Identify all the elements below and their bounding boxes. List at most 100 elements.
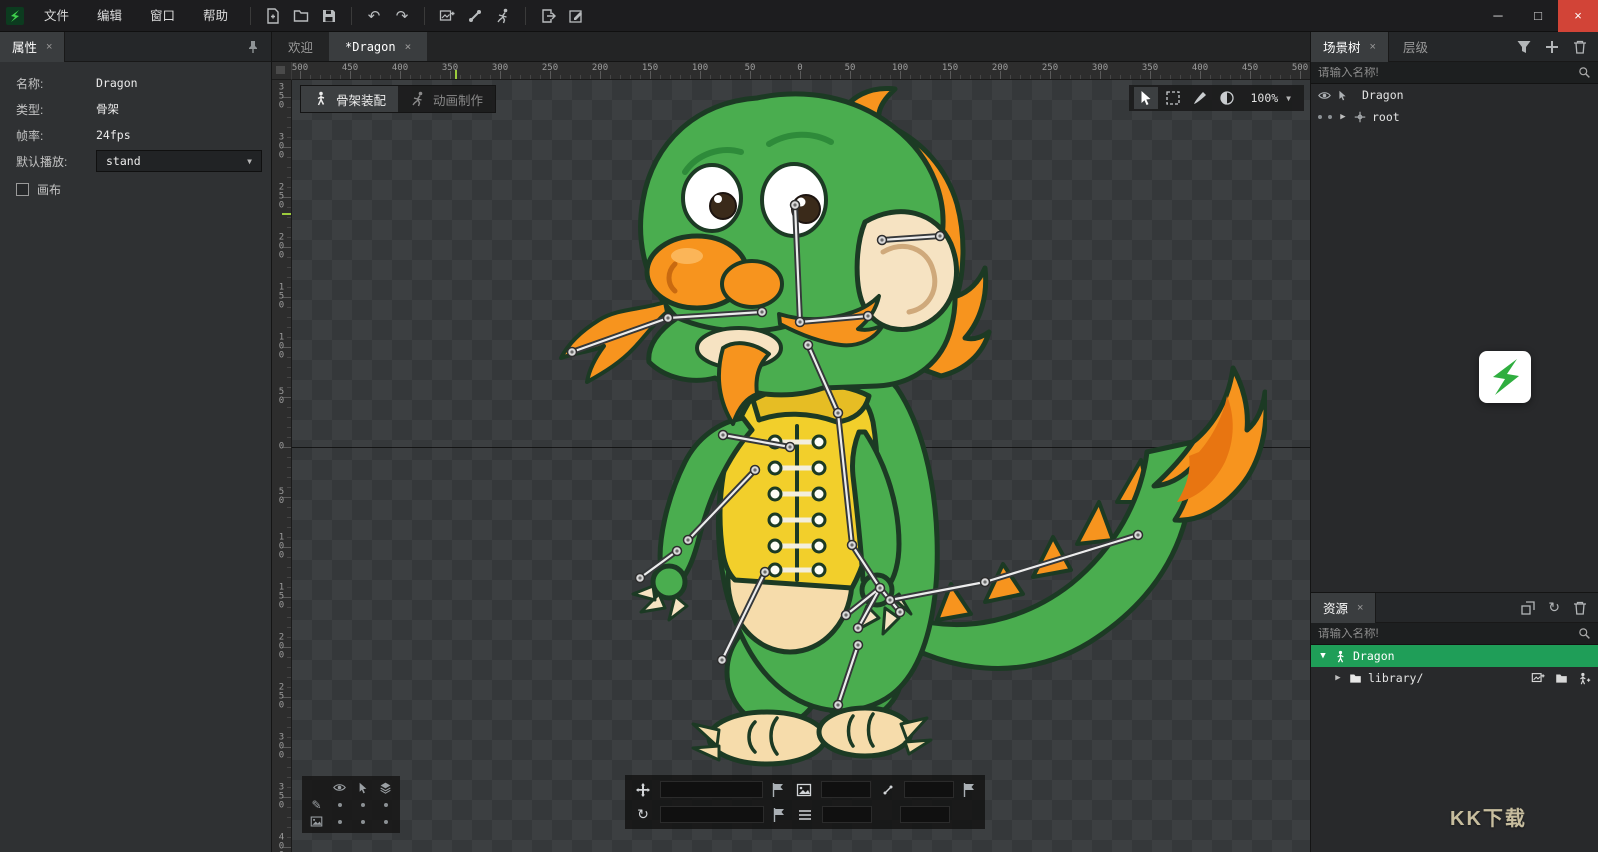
menu-help[interactable]: 帮助 <box>189 0 242 32</box>
translate-x-field[interactable] <box>660 781 763 798</box>
zoom-control[interactable]: 100% ▼ <box>1242 91 1299 105</box>
toggle-dot[interactable] <box>361 820 365 824</box>
toggle-dot[interactable] <box>384 803 388 807</box>
select-cursor-icon[interactable] <box>1134 87 1158 109</box>
ruler-label: 250 <box>542 63 558 73</box>
import-animation-button[interactable] <box>490 4 516 28</box>
scale-y-field[interactable] <box>904 781 954 798</box>
scene-search-input[interactable] <box>1318 67 1578 79</box>
minimize-button[interactable]: ─ <box>1478 0 1518 32</box>
import-image-button[interactable] <box>434 4 460 28</box>
cursor-icon[interactable] <box>357 782 369 794</box>
add-skeleton-icon[interactable] <box>1578 672 1591 685</box>
save-button[interactable] <box>316 4 342 28</box>
resources-search-input[interactable] <box>1318 628 1578 640</box>
toggle-dot[interactable] <box>384 820 388 824</box>
close-icon[interactable]: × <box>405 40 412 53</box>
pen-icon[interactable]: ✎ <box>311 798 321 812</box>
menu-window[interactable]: 窗口 <box>136 0 189 32</box>
tab-welcome[interactable]: 欢迎 <box>272 32 329 61</box>
brush-icon[interactable] <box>1188 87 1212 109</box>
folder-icon[interactable] <box>1555 672 1568 685</box>
menu-file[interactable]: 文件 <box>30 0 83 32</box>
rotate-tool-icon[interactable]: ↻ <box>629 806 657 823</box>
close-button[interactable]: × <box>1558 0 1598 32</box>
cursor-icon[interactable] <box>1337 90 1348 101</box>
search-icon[interactable] <box>1578 66 1591 79</box>
edit-button[interactable] <box>563 4 589 28</box>
expand-arrow-icon[interactable]: ▶ <box>1333 673 1343 683</box>
expand-arrow-icon[interactable]: ▶ <box>1338 112 1348 122</box>
ruler-label: 1 0 0 <box>276 334 287 361</box>
undo-icon[interactable]: ↶ <box>361 4 387 28</box>
refresh-icon[interactable]: ↻ <box>1548 599 1560 616</box>
shear-y-field[interactable] <box>900 806 950 823</box>
toggle-dot[interactable] <box>338 820 342 824</box>
resource-row-library[interactable]: ▶ library/ <box>1311 667 1598 689</box>
add-image-icon[interactable] <box>1531 671 1545 685</box>
property-row-playback: 默认播放: stand ▼ <box>0 148 271 174</box>
redo-icon[interactable]: ↷ <box>389 4 415 28</box>
toggle-dot[interactable] <box>1318 115 1322 119</box>
close-icon[interactable]: × <box>1357 602 1363 614</box>
layers-icon[interactable] <box>379 781 392 794</box>
move-tool-icon[interactable] <box>629 782 657 798</box>
app-logo-watermark <box>1479 351 1531 403</box>
ruler-label: 100 <box>692 63 708 73</box>
scale-x-field[interactable] <box>821 781 871 798</box>
keyframe-flag-icon[interactable] <box>766 783 790 797</box>
viewport[interactable]: 骨架装配 动画制作 100% ▼ <box>292 80 1310 852</box>
toggle-dot[interactable] <box>1328 115 1332 119</box>
pack-icon[interactable] <box>1520 600 1536 616</box>
tab-scene-tree[interactable]: 场景树 × <box>1311 32 1389 62</box>
ruler-label: 150 <box>942 63 958 73</box>
scene-tree-panel: 场景树 × 层级 Dragon ▶ <box>1311 32 1598 593</box>
ruler-label: 450 <box>1242 63 1258 73</box>
keyframe-flag-icon[interactable] <box>767 808 791 822</box>
sphere-shading-icon[interactable] <box>1215 87 1239 109</box>
menu-edit[interactable]: 编辑 <box>83 0 136 32</box>
toolbar-separator <box>525 7 526 25</box>
expand-arrow-icon[interactable]: ▼ <box>1318 651 1328 661</box>
toggle-dot[interactable] <box>361 803 365 807</box>
add-icon[interactable] <box>1544 39 1560 55</box>
filter-icon[interactable] <box>1516 39 1532 55</box>
eye-icon[interactable] <box>1318 89 1331 102</box>
maximize-button[interactable]: □ <box>1518 0 1558 32</box>
resource-row-dragon[interactable]: ▼ Dragon <box>1311 645 1598 667</box>
region-bounds-icon[interactable] <box>1161 87 1185 109</box>
eye-icon[interactable] <box>333 781 346 794</box>
dragon-character[interactable] <box>547 80 1267 800</box>
tree-row-root[interactable]: ▶ root <box>1311 106 1598 128</box>
tree-row-dragon[interactable]: Dragon <box>1311 84 1598 106</box>
anim-mode-button[interactable]: 动画制作 <box>398 86 495 112</box>
image-icon[interactable] <box>310 815 323 828</box>
anim-mode-label: 动画制作 <box>433 90 483 109</box>
toggle-dot[interactable] <box>338 803 342 807</box>
new-file-button[interactable] <box>260 4 286 28</box>
dock-pin-icon[interactable] <box>245 39 261 55</box>
trash-icon[interactable] <box>1572 39 1588 55</box>
image-icon[interactable] <box>790 782 818 798</box>
draw-order-list-icon[interactable] <box>791 807 819 823</box>
trash-icon[interactable] <box>1572 600 1588 616</box>
ruler-label: 3 0 0 <box>276 134 287 161</box>
rig-mode-button[interactable]: 骨架装配 <box>301 86 398 112</box>
search-icon[interactable] <box>1578 627 1591 640</box>
titlebar: 文件 编辑 窗口 帮助 ↶ ↷ ─ □ × <box>0 0 1598 32</box>
canvas-checkbox[interactable] <box>16 183 29 196</box>
tab-dragon[interactable]: *Dragon × <box>329 32 427 61</box>
close-icon[interactable]: × <box>1370 41 1376 53</box>
shear-x-field[interactable] <box>822 806 872 823</box>
tab-properties[interactable]: 属性 × <box>0 32 65 62</box>
node-label: root <box>1372 110 1400 124</box>
tab-hierarchy[interactable]: 层级 <box>1389 37 1442 56</box>
open-file-button[interactable] <box>288 4 314 28</box>
keyframe-flag-icon[interactable] <box>957 783 981 797</box>
default-playback-select[interactable]: stand ▼ <box>96 150 262 172</box>
rotate-field[interactable] <box>660 806 764 823</box>
close-icon[interactable]: × <box>46 41 52 53</box>
tab-resources[interactable]: 资源 × <box>1311 593 1376 623</box>
export-button[interactable] <box>535 4 561 28</box>
import-skeleton-button[interactable] <box>462 4 488 28</box>
